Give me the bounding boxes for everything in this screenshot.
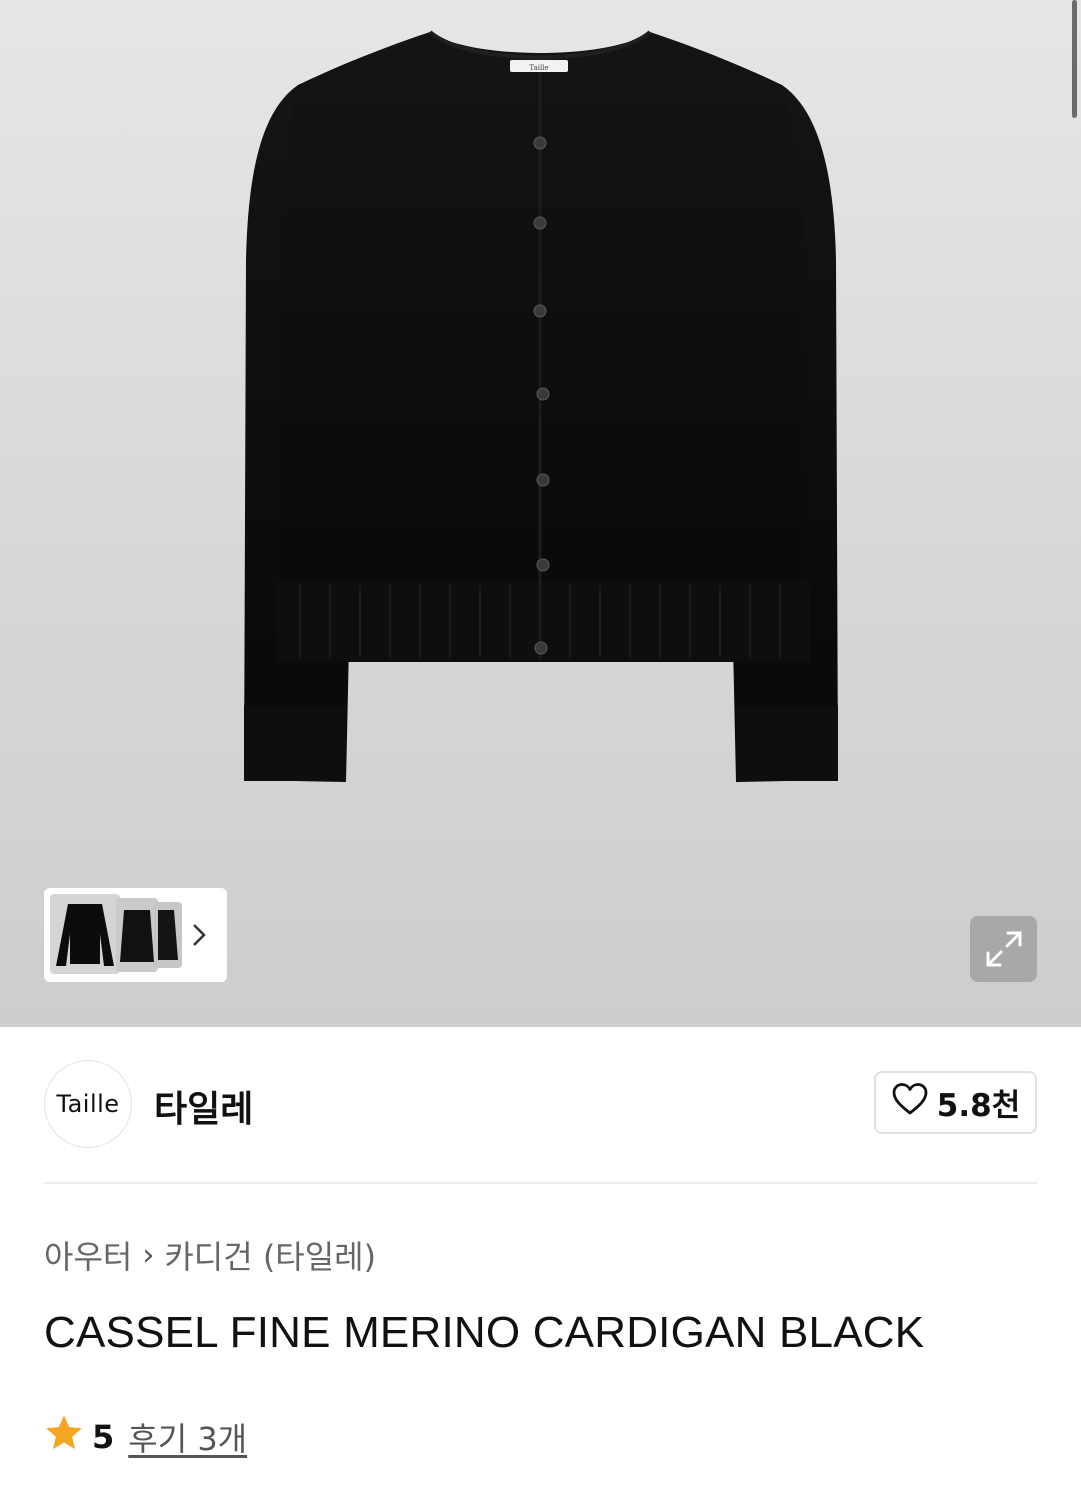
like-button[interactable]: 5.8천 [874, 1071, 1037, 1134]
review-count-link[interactable]: 후기 3개 [128, 1414, 247, 1460]
hero-divider [0, 1022, 1081, 1027]
brand-logo[interactable]: Taille [44, 1060, 132, 1148]
breadcrumb-separator: › [142, 1237, 155, 1273]
heart-outline-icon [891, 1082, 929, 1124]
thumbnail-3[interactable] [154, 902, 182, 968]
thumbnail-1[interactable] [50, 894, 120, 974]
chevron-right-icon[interactable] [190, 922, 208, 953]
expand-icon[interactable] [970, 916, 1037, 982]
breadcrumb-item-cardigan[interactable]: 카디건 (타일레) [164, 1232, 376, 1278]
thumbnail-2[interactable] [116, 898, 158, 972]
product-gallery[interactable]: Taille [0, 0, 1081, 1024]
rating-row: 5 후기 3개 [44, 1414, 247, 1460]
breadcrumb-item-outer[interactable]: 아우터 [44, 1232, 132, 1278]
garment-label: Taille [529, 64, 548, 72]
section-divider [44, 1182, 1037, 1184]
brand-row: Taille 타일레 5.8천 [44, 1060, 1037, 1150]
rating-score: 5 [92, 1418, 115, 1456]
brand-name[interactable]: 타일레 [154, 1080, 253, 1132]
like-count: 5.8천 [936, 1088, 1021, 1124]
product-image[interactable]: Taille [0, 0, 1081, 860]
scroll-indicator[interactable] [1072, 0, 1077, 118]
brand-logo-text: Taille [56, 1090, 120, 1118]
product-title: CASSEL FINE MERINO CARDIGAN BLACK [44, 1308, 925, 1357]
breadcrumb: 아우터 › 카디건 (타일레) [44, 1232, 376, 1278]
star-icon [44, 1414, 84, 1460]
